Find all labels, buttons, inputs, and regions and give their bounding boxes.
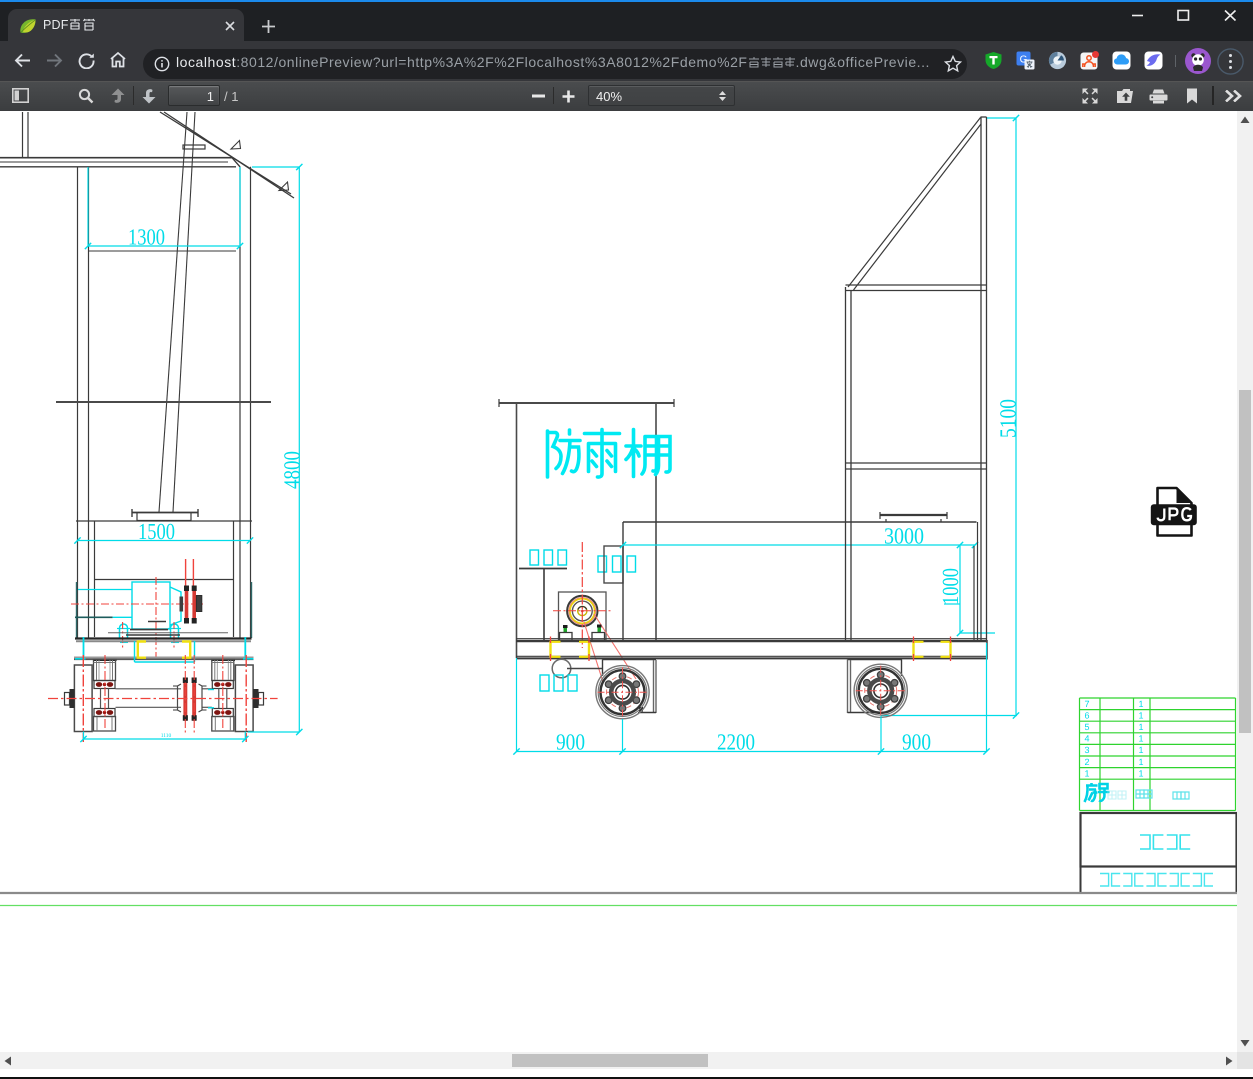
svg-text:1: 1 <box>1138 757 1143 767</box>
svg-text:1000: 1000 <box>938 568 963 605</box>
svg-text:1: 1 <box>1084 768 1089 778</box>
svg-text:4800: 4800 <box>279 451 304 489</box>
svg-text:1: 1 <box>1138 768 1143 778</box>
svg-text:3: 3 <box>1084 745 1089 755</box>
svg-text:1: 1 <box>1138 734 1143 744</box>
svg-text:1: 1 <box>1138 722 1143 732</box>
svg-text:1: 1 <box>1138 710 1143 720</box>
svg-text:1300: 1300 <box>128 225 165 250</box>
svg-text:5: 5 <box>1084 722 1089 732</box>
svg-text:900: 900 <box>556 730 585 755</box>
svg-text:900: 900 <box>902 730 931 755</box>
svg-text:6: 6 <box>1084 710 1089 720</box>
svg-text:5100: 5100 <box>995 399 1020 438</box>
svg-text:7: 7 <box>1084 699 1089 709</box>
svg-text:4: 4 <box>1084 734 1089 744</box>
svg-text:1: 1 <box>1138 745 1143 755</box>
svg-text:1110: 1110 <box>161 733 172 739</box>
svg-text:1: 1 <box>1138 699 1143 709</box>
svg-text:2200: 2200 <box>717 730 755 755</box>
svg-text:2: 2 <box>1084 757 1089 767</box>
